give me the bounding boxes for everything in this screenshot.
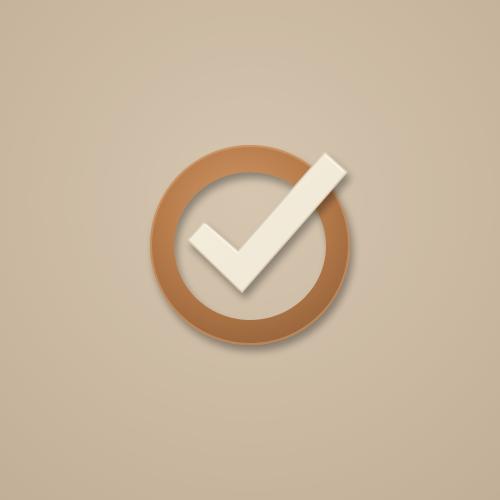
checkmark-badge (0, 0, 500, 500)
canvas (0, 0, 500, 500)
checkmark-circle-icon (149, 145, 350, 345)
